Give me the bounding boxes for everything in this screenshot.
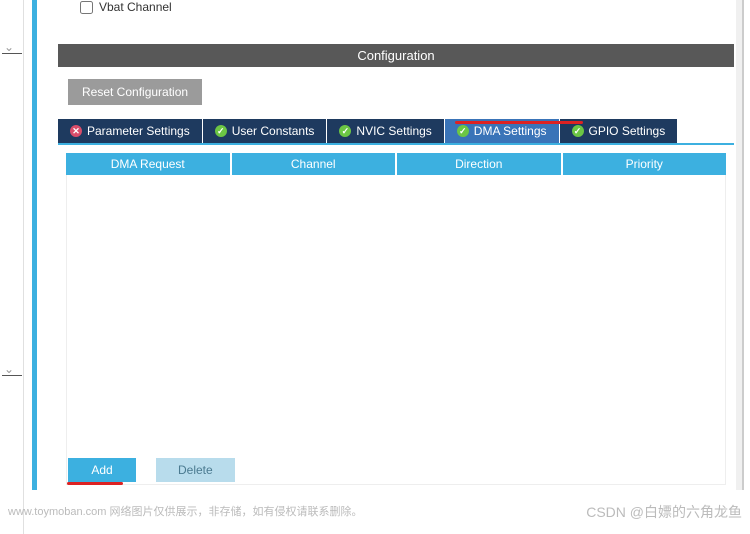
table-header: DMA Request Channel Direction Priority xyxy=(66,153,726,175)
action-row: Add Delete xyxy=(68,458,235,482)
main-panel: Vbat Channel Configuration Reset Configu… xyxy=(50,0,744,490)
accent-bar xyxy=(32,0,37,490)
add-button[interactable]: Add xyxy=(68,458,136,482)
annotation-underline xyxy=(455,121,583,124)
tab-label: DMA Settings xyxy=(474,124,547,138)
chevron-down-icon[interactable]: ⌄ xyxy=(4,40,14,54)
tab-label: NVIC Settings xyxy=(356,124,431,138)
scrollbar[interactable] xyxy=(736,0,742,490)
tab-user-constants[interactable]: ✓ User Constants xyxy=(203,119,327,143)
table-body[interactable] xyxy=(66,175,726,485)
tab-bar: ✕ Parameter Settings ✓ User Constants ✓ … xyxy=(58,119,734,145)
tab-label: User Constants xyxy=(232,124,315,138)
col-direction: Direction xyxy=(397,153,561,175)
divider xyxy=(2,53,22,54)
col-dma-request: DMA Request xyxy=(66,153,230,175)
divider xyxy=(2,375,22,376)
delete-button[interactable]: Delete xyxy=(156,458,235,482)
watermark-right: CSDN @白嫖的六角龙鱼 xyxy=(586,502,742,522)
vbat-channel-row: Vbat Channel xyxy=(50,0,742,22)
vbat-channel-checkbox[interactable] xyxy=(80,1,93,14)
col-channel: Channel xyxy=(232,153,396,175)
tab-label: Parameter Settings xyxy=(87,124,190,138)
watermark-left: www.toymoban.com 网络图片仅供展示，非存储，如有侵权请联系删除。 xyxy=(8,503,362,519)
reset-configuration-button[interactable]: Reset Configuration xyxy=(68,79,202,105)
check-icon: ✓ xyxy=(572,125,584,137)
tab-label: GPIO Settings xyxy=(589,124,666,138)
tab-parameter-settings[interactable]: ✕ Parameter Settings xyxy=(58,119,202,143)
chevron-down-icon[interactable]: ⌄ xyxy=(4,362,14,376)
annotation-underline xyxy=(67,482,123,485)
vbat-channel-label: Vbat Channel xyxy=(99,0,172,14)
tab-nvic-settings[interactable]: ✓ NVIC Settings xyxy=(327,119,443,143)
check-icon: ✓ xyxy=(457,125,469,137)
error-icon: ✕ xyxy=(70,125,82,137)
col-priority: Priority xyxy=(563,153,727,175)
configuration-header: Configuration xyxy=(58,44,734,67)
check-icon: ✓ xyxy=(215,125,227,137)
left-rail: ⌄ ⌄ xyxy=(0,0,24,534)
check-icon: ✓ xyxy=(339,125,351,137)
